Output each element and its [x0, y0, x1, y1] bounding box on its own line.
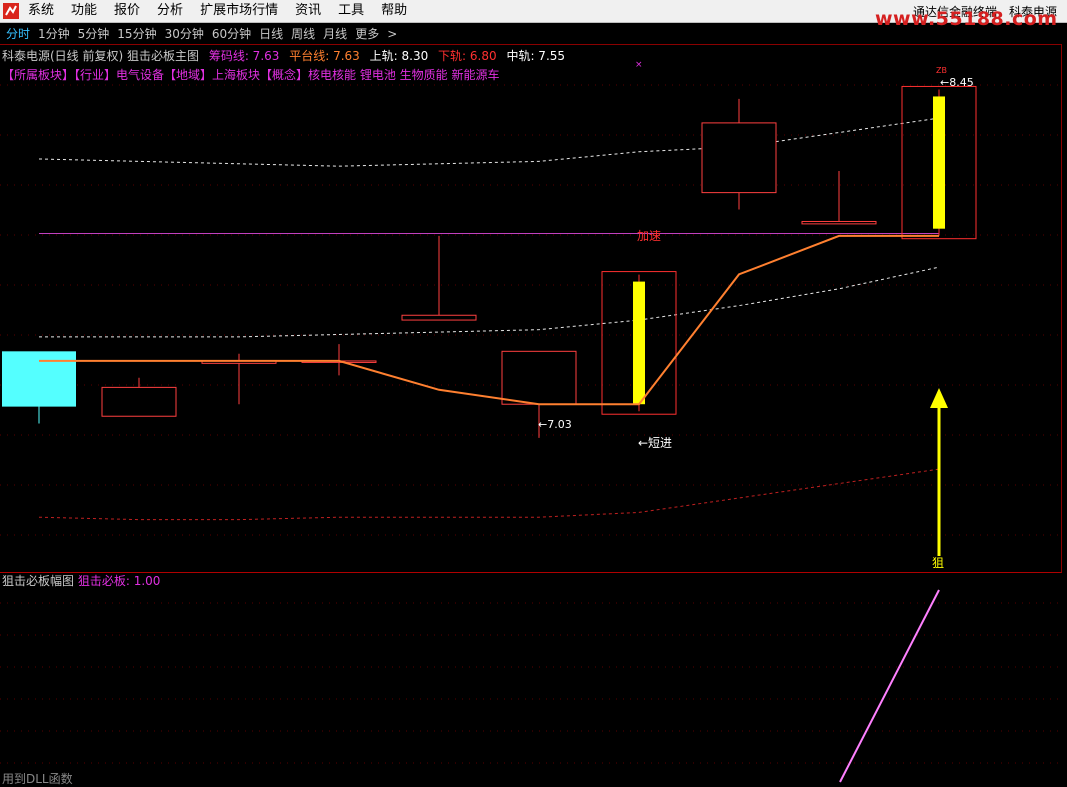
sector-info: 【所属板块】【行业】电气设备【地域】上海板块【概念】核电核能 锂电池 生物质能 … [2, 68, 500, 82]
upper-band-line [38, 117, 940, 167]
accelerate-label: 加速 [637, 229, 661, 243]
sub-indicator-value: 狙击必板: 1.00 [77, 574, 161, 588]
signal-candle-body [633, 281, 645, 405]
upper-rail-value: 上轨: 8.30 [369, 49, 429, 63]
lower-rail-value: 下轨: 6.80 [438, 49, 497, 63]
short-entry-label: ←短进 [638, 436, 672, 450]
sub-chart-title: 狙击必板幅图 [2, 574, 75, 588]
buy-arrow-icon [930, 388, 948, 408]
platform-line-value: 平台线: 7.63 [289, 49, 360, 63]
low-price-label: ←7.03 [538, 418, 572, 431]
platform-line [39, 234, 939, 406]
high-price-label: ←8.45 [940, 76, 974, 89]
candle-body [2, 351, 76, 407]
candle-body [801, 220, 877, 225]
buy-marker: 狙 [932, 556, 944, 570]
candle-body [501, 350, 577, 405]
chip-line-value: 筹码线: 7.63 [208, 49, 280, 63]
candle-body [101, 386, 177, 417]
mid-rail-value: 中轨: 7.55 [506, 49, 566, 63]
main-chart-title: 科泰电源(日线 前复权) 狙击必板主图 [2, 49, 199, 63]
main-indicator-info: 科泰电源(日线 前复权) 狙击必板主图 筹码线: 7.63 平台线: 7.63 … [2, 47, 571, 64]
status-hint: 用到DLL函数 [2, 772, 73, 786]
lower-band-line [38, 468, 940, 521]
candle-body [401, 314, 477, 321]
board-tag: ZB [936, 66, 947, 75]
sub-indicator-info: 狙击必板幅图 狙击必板: 1.00 [2, 572, 160, 589]
sub-indicator-line [839, 589, 940, 783]
kline-chart[interactable]: 加速 ←短进 ←7.03 ←8.45ZB × 狙 [0, 0, 1067, 784]
top-marker: × [635, 60, 643, 70]
signal-candle-body [933, 96, 945, 229]
mid-band-line [39, 266, 940, 338]
candle-body [701, 122, 777, 194]
